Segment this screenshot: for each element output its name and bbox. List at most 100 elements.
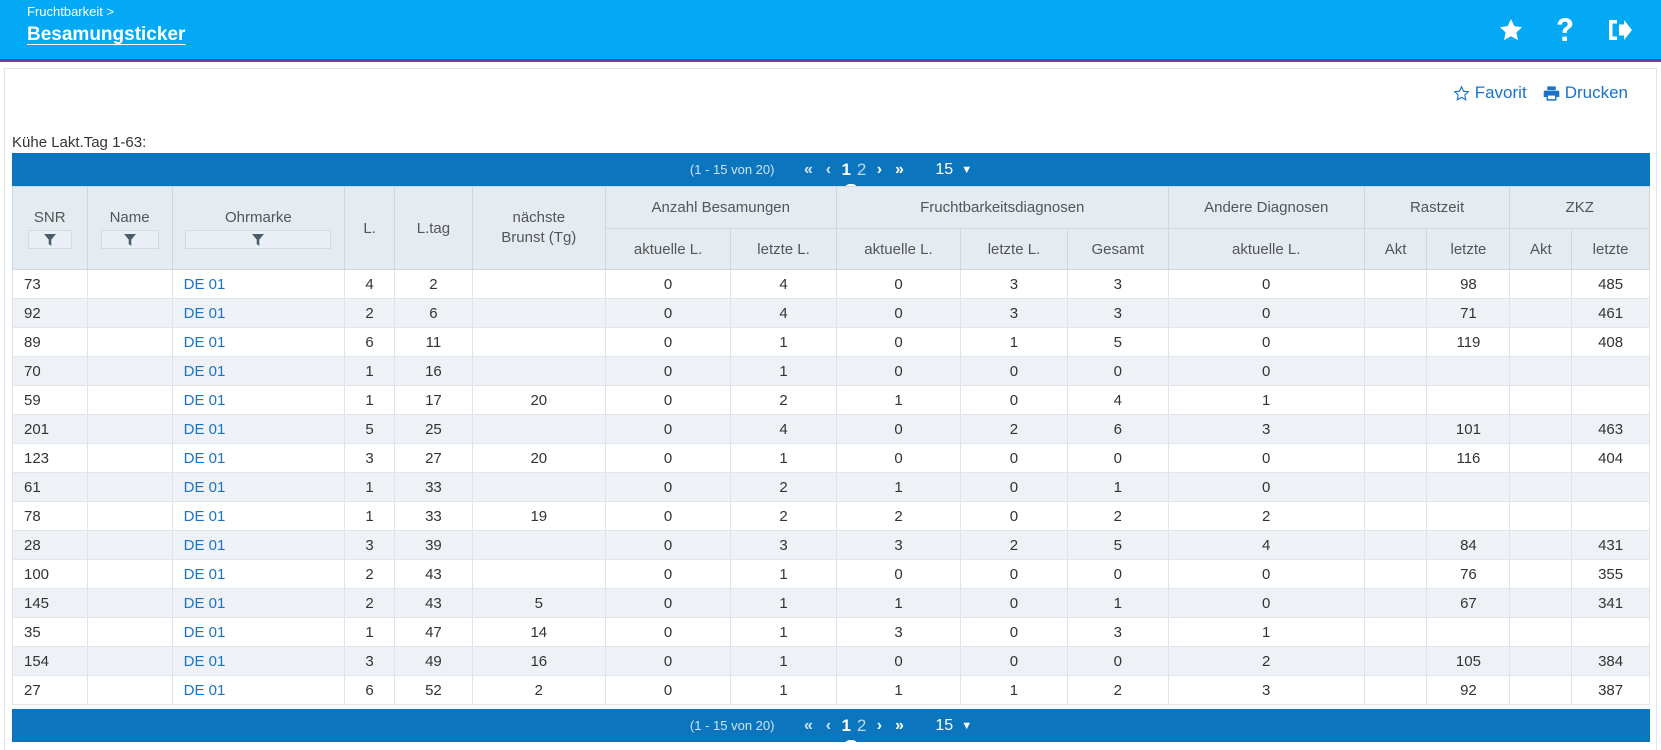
page-2-link[interactable]: 2	[857, 716, 866, 736]
cell-fd-gesamt: 0	[1066, 646, 1169, 676]
col-ltag[interactable]: L.tag	[394, 186, 473, 270]
cell-ab-akt: 0	[604, 530, 732, 560]
first-page-icon[interactable]: «	[798, 161, 818, 179]
table-row[interactable]: 59 DE 01 1 17 20 0 2 1 0 4 1	[12, 385, 1650, 415]
cell-name	[86, 356, 173, 386]
table-row[interactable]: 70 DE 01 1 16 0 1 0 0 0 0	[12, 356, 1650, 386]
cell-ohr: DE 01	[171, 327, 346, 357]
name-filter[interactable]	[100, 230, 159, 249]
cell-brunst: 20	[471, 443, 606, 473]
last-page-icon[interactable]: »	[889, 717, 909, 735]
table-row[interactable]: 123 DE 01 3 27 20 0 1 0 0 0 0 116 404	[12, 443, 1650, 473]
table-row[interactable]: 28 DE 01 3 39 0 3 3 2 5 4 84 431	[12, 530, 1650, 560]
page-size-select[interactable]: 15 ▼	[935, 717, 972, 735]
table-row[interactable]: 78 DE 01 1 33 19 0 2 2 0 2 2	[12, 501, 1650, 531]
ohrmarke-link[interactable]: DE 01	[184, 653, 226, 670]
table-row[interactable]: 27 DE 01 6 52 2 0 1 1 1 2 3 92 387	[12, 675, 1650, 705]
cell-ohr: DE 01	[171, 414, 346, 444]
cell-name	[86, 385, 173, 415]
col-name[interactable]: Name	[86, 186, 173, 270]
col-brunst[interactable]: nächste Brunst (Tg)	[471, 186, 606, 270]
ohrmarke-link[interactable]: DE 01	[184, 276, 226, 293]
col-ab-letzte[interactable]: letzte L.	[730, 228, 837, 270]
cell-rz-akt	[1363, 443, 1428, 473]
cell-ab-letzte: 4	[730, 414, 837, 444]
cell-fd-akt: 0	[835, 414, 962, 444]
cell-snr: 201	[12, 414, 88, 444]
table-row[interactable]: 73 DE 01 4 2 0 4 0 3 3 0 98 485	[12, 269, 1650, 299]
table-row[interactable]: 35 DE 01 1 47 14 0 1 3 0 3 1	[12, 617, 1650, 647]
first-page-icon[interactable]: «	[798, 717, 818, 735]
cell-rz-letzte: 67	[1426, 588, 1511, 618]
ohrmarke-link[interactable]: DE 01	[184, 450, 226, 467]
cell-name	[86, 501, 173, 531]
col-ad-aktuelle[interactable]: aktuelle L.	[1167, 228, 1365, 270]
cell-fd-akt: 0	[835, 646, 962, 676]
ohrmarke-link[interactable]: DE 01	[184, 682, 226, 699]
col-fd-gesamt[interactable]: Gesamt	[1066, 228, 1169, 270]
col-rz-letzte[interactable]: letzte	[1426, 228, 1511, 270]
ohrmarke-link[interactable]: DE 01	[184, 624, 226, 641]
cell-fd-letzte: 2	[960, 414, 1068, 444]
col-zkz-akt[interactable]: Akt	[1509, 228, 1573, 270]
ohrmarke-link[interactable]: DE 01	[184, 479, 226, 496]
ohrmarke-link[interactable]: DE 01	[184, 421, 226, 438]
prev-page-icon[interactable]: ‹	[818, 717, 838, 735]
ohrmarke-link[interactable]: DE 01	[184, 595, 226, 612]
cell-zkz-letzte: 463	[1571, 414, 1650, 444]
ohrmarke-link[interactable]: DE 01	[184, 334, 226, 351]
col-snr[interactable]: SNR	[12, 186, 88, 270]
table-row[interactable]: 100 DE 01 2 43 0 1 0 0 0 0 76 355	[12, 559, 1650, 589]
ohrmarke-filter[interactable]	[185, 230, 332, 249]
page-size-select[interactable]: 15 ▼	[935, 161, 972, 179]
snr-filter[interactable]	[27, 230, 72, 249]
print-button[interactable]: Drucken	[1543, 83, 1628, 103]
table-row[interactable]: 92 DE 01 2 6 0 4 0 3 3 0 71 461	[12, 298, 1650, 328]
ohrmarke-link[interactable]: DE 01	[184, 392, 226, 409]
logout-icon[interactable]	[1605, 16, 1633, 44]
page-title[interactable]: Besamungsticker	[27, 24, 185, 46]
cell-l: 2	[344, 298, 396, 328]
cell-rz-akt	[1363, 646, 1428, 676]
table-row[interactable]: 145 DE 01 2 43 5 0 1 1 0 1 0 67 341	[12, 588, 1650, 618]
cell-fd-letzte: 0	[960, 646, 1068, 676]
cell-ab-letzte: 1	[730, 675, 837, 705]
next-page-icon[interactable]: ›	[869, 717, 889, 735]
cell-rz-akt	[1363, 385, 1428, 415]
ohrmarke-link[interactable]: DE 01	[184, 537, 226, 554]
cell-fd-gesamt: 4	[1066, 385, 1169, 415]
ohrmarke-link[interactable]: DE 01	[184, 305, 226, 322]
page-1-link[interactable]: 1	[841, 160, 850, 180]
cell-ohr: DE 01	[171, 356, 346, 386]
table-row[interactable]: 89 DE 01 6 11 0 1 0 1 5 0 119 408	[12, 327, 1650, 357]
cell-zkz-letzte: 485	[1571, 269, 1650, 299]
last-page-icon[interactable]: »	[889, 161, 909, 179]
page-2-link[interactable]: 2	[857, 160, 866, 180]
breadcrumb[interactable]: Fruchtbarkeit >	[27, 4, 114, 19]
col-l[interactable]: L.	[344, 186, 396, 270]
col-fd-letzte[interactable]: letzte L.	[960, 228, 1068, 270]
cell-l: 1	[344, 385, 396, 415]
col-rz-akt[interactable]: Akt	[1363, 228, 1428, 270]
star-icon[interactable]	[1497, 16, 1525, 44]
ohrmarke-link[interactable]: DE 01	[184, 508, 226, 525]
cell-rz-letzte: 71	[1426, 298, 1511, 328]
page-1-link[interactable]: 1	[841, 716, 850, 736]
prev-page-icon[interactable]: ‹	[818, 161, 838, 179]
content-panel: Favorit Drucken Kühe Lakt.Tag 1-63: (1 -…	[4, 68, 1657, 750]
table-row[interactable]: 154 DE 01 3 49 16 0 1 0 0 0 2 105 384	[12, 646, 1650, 676]
filter-icon	[252, 234, 265, 246]
table-row[interactable]: 201 DE 01 5 25 0 4 0 2 6 3 101 463	[12, 414, 1650, 444]
next-page-icon[interactable]: ›	[869, 161, 889, 179]
table-row[interactable]: 61 DE 01 1 33 0 2 1 0 1 0	[12, 472, 1650, 502]
favorite-button[interactable]: Favorit	[1453, 83, 1527, 103]
col-ab-aktuelle[interactable]: aktuelle L.	[604, 228, 732, 270]
help-icon[interactable]	[1551, 16, 1579, 44]
col-fd-aktuelle[interactable]: aktuelle L.	[835, 228, 962, 270]
cell-brunst	[471, 269, 606, 299]
cell-ohr: DE 01	[171, 472, 346, 502]
ohrmarke-link[interactable]: DE 01	[184, 363, 226, 380]
ohrmarke-link[interactable]: DE 01	[184, 566, 226, 583]
col-ohrmarke[interactable]: Ohrmarke	[171, 186, 346, 270]
col-zkz-letzte[interactable]: letzte	[1571, 228, 1650, 270]
